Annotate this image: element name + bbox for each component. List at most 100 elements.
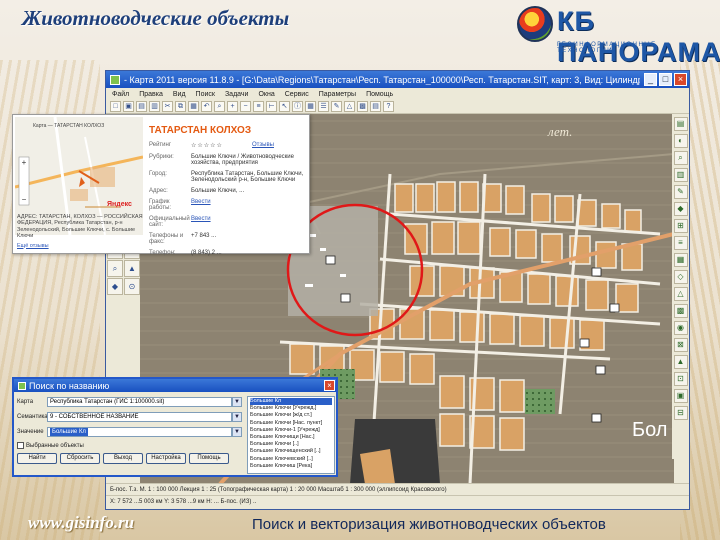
legend-icon[interactable]: ☰: [318, 101, 329, 112]
list-item[interactable]: Большие Ключиш [Река]: [250, 463, 332, 470]
organization-info-popup: + − Карта — ТАТАРСТАН КОЛХОЗ Яндекс ТАТА…: [12, 114, 310, 256]
list-item[interactable]: Большие Ключи [ж/д ст.]: [250, 412, 332, 419]
zoom-out-icon[interactable]: −: [240, 101, 251, 112]
right-tool-button[interactable]: ▩: [673, 304, 688, 318]
info-value: Большие Ключи, ...: [191, 188, 245, 194]
menu-item[interactable]: Помощь: [366, 91, 393, 98]
window-title: - Карта 2011 версия 11.8.9 - [G:\Data\Re…: [124, 74, 640, 85]
vector-icon[interactable]: △: [344, 101, 355, 112]
find-icon[interactable]: ⌕: [214, 101, 225, 112]
info-value[interactable]: Ввести: [191, 216, 309, 228]
list-item[interactable]: Большие Ключи-1 [Учрежд]: [250, 427, 332, 434]
help-icon[interactable]: ?: [383, 101, 394, 112]
right-tool-button[interactable]: ✎: [673, 185, 688, 199]
menu-item[interactable]: Вид: [173, 91, 186, 98]
right-tool-button[interactable]: ⊠: [673, 338, 688, 352]
menu-item[interactable]: Сервис: [285, 91, 309, 98]
rating-row: Рейтинг ☆☆☆☆☆ Отзывы: [149, 142, 309, 149]
chevron-down-icon[interactable]: ▼: [232, 397, 242, 407]
close-button[interactable]: ×: [674, 73, 687, 86]
open-icon[interactable]: ▣: [123, 101, 134, 112]
right-tool-button[interactable]: ⌕: [673, 151, 688, 165]
left-tool-button[interactable]: ⌕: [107, 260, 123, 277]
layers-icon[interactable]: ≡: [253, 101, 264, 112]
right-tool-button[interactable]: ◉: [673, 321, 688, 335]
list-item[interactable]: Большие Ключи [Нас. пункт]: [250, 420, 332, 427]
menu-item[interactable]: Поиск: [196, 91, 215, 98]
undo-icon[interactable]: ↶: [201, 101, 212, 112]
dialog-button[interactable]: Выход: [103, 453, 143, 464]
mini-map-caption: Карта — ТАТАРСТАН КОЛХОЗ: [33, 123, 105, 129]
minimize-button[interactable]: _: [644, 73, 657, 86]
new-icon[interactable]: □: [110, 101, 121, 112]
dialog-button[interactable]: Сбросить: [60, 453, 100, 464]
ruler-icon[interactable]: ⊢: [266, 101, 277, 112]
info-key: График работы:: [149, 199, 172, 211]
reviews-link[interactable]: Отзывы: [252, 142, 309, 149]
right-tool-button[interactable]: ≡: [673, 236, 688, 250]
zoom-in-icon[interactable]: +: [227, 101, 238, 112]
paste-icon[interactable]: ▦: [188, 101, 199, 112]
maximize-button[interactable]: □: [659, 73, 672, 86]
right-tool-button[interactable]: ⊞: [673, 219, 688, 233]
right-tool-button[interactable]: ▦: [673, 253, 688, 267]
info-icon[interactable]: ⓘ: [292, 101, 303, 112]
left-tool-button[interactable]: ▲: [124, 260, 140, 277]
right-tool-button[interactable]: ▥: [673, 168, 688, 182]
right-tool-button[interactable]: ▲: [673, 355, 688, 369]
matrix-icon[interactable]: ▤: [370, 101, 381, 112]
dialog-close-button[interactable]: ×: [324, 380, 335, 391]
dialog-button[interactable]: Настройка: [146, 453, 186, 464]
selected-objects-checkbox[interactable]: Выбранные объекты: [17, 442, 242, 449]
rating-stars[interactable]: ☆☆☆☆☆: [191, 142, 248, 149]
save-icon[interactable]: ▤: [136, 101, 147, 112]
list-item[interactable]: Большие Ключищи [Нас.]: [250, 434, 332, 441]
chevron-down-icon[interactable]: ▼: [232, 427, 242, 437]
menu-item[interactable]: Параметры: [319, 91, 356, 98]
results-list[interactable]: Большие Кл Большие Ключи [Учрежд.] Большие…: [247, 396, 335, 474]
right-tool-button[interactable]: ⊟: [673, 406, 688, 420]
list-item[interactable]: Большие Кл: [250, 398, 332, 406]
info-key: Город:: [149, 171, 167, 177]
raster-icon[interactable]: ▩: [357, 101, 368, 112]
dialog-title: Поиск по названию: [29, 380, 110, 391]
checkbox-box[interactable]: [17, 442, 24, 449]
cut-icon[interactable]: ✂: [162, 101, 173, 112]
list-item[interactable]: Большие Ключевский [..]: [250, 456, 332, 463]
right-tool-button[interactable]: ▤: [673, 117, 688, 131]
semantic-label: Семантика: [17, 414, 48, 420]
right-tool-button[interactable]: ◇: [673, 270, 688, 284]
info-value[interactable]: Ввести: [191, 199, 309, 211]
dialog-titlebar[interactable]: Поиск по названию ×: [14, 379, 336, 392]
right-tool-button[interactable]: ⊡: [673, 372, 688, 386]
menu-item[interactable]: Правка: [139, 91, 163, 98]
dialog-button[interactable]: Помощь: [189, 453, 229, 464]
more-reviews-link[interactable]: Ещё отзывы: [17, 243, 143, 250]
right-tool-button[interactable]: ▣: [673, 389, 688, 403]
dialog-button[interactable]: Найти: [17, 453, 57, 464]
right-tool-button[interactable]: △: [673, 287, 688, 301]
print-icon[interactable]: ▥: [149, 101, 160, 112]
menu-item[interactable]: Окна: [258, 91, 274, 98]
menu-item[interactable]: Файл: [112, 91, 129, 98]
list-item[interactable]: Большие Ключищенский [..]: [250, 448, 332, 455]
left-tool-button[interactable]: ⊙: [124, 278, 140, 295]
select-icon[interactable]: ↖: [279, 101, 290, 112]
info-key: Телефон:: [149, 250, 176, 256]
semantic-row: Семантика 9 - СОБСТВЕННОЕ НАЗВАНИЕ ▼: [17, 411, 242, 423]
dialog-buttons: Найти Сбросить Выход Настройка Помощь: [17, 453, 242, 464]
semantic-select[interactable]: 9 - СОБСТВЕННОЕ НАЗВАНИЕ: [47, 412, 232, 422]
right-tool-button[interactable]: ◆: [673, 202, 688, 216]
map-select[interactable]: Республика Татарстан (ГИС 1:100000.sit): [47, 397, 232, 407]
right-tool-button[interactable]: ◐: [673, 134, 688, 148]
grid-icon[interactable]: ▦: [305, 101, 316, 112]
edit-icon[interactable]: ✎: [331, 101, 342, 112]
list-item[interactable]: Большие Ключи [Учрежд.]: [250, 405, 332, 412]
chevron-down-icon[interactable]: ▼: [232, 412, 242, 422]
value-input[interactable]: Большие Кл: [47, 427, 232, 437]
menu-item[interactable]: Задачи: [225, 91, 249, 98]
copy-icon[interactable]: ⧉: [175, 101, 186, 112]
left-tool-button[interactable]: ◆: [107, 278, 123, 295]
built-up-parcel: [360, 449, 395, 484]
window-titlebar[interactable]: - Карта 2011 версия 11.8.9 - [G:\Data\Re…: [106, 71, 689, 88]
